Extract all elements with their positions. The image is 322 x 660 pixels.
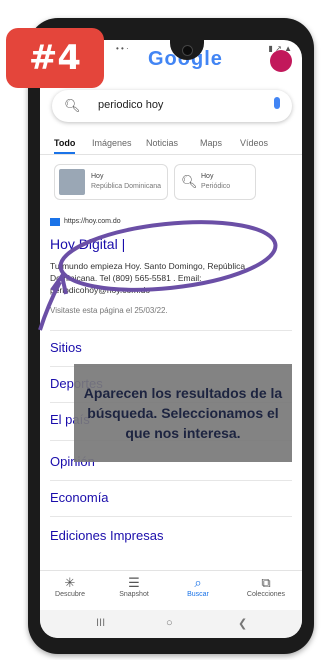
highlight-arrow [38,281,62,331]
annotation-layer [38,220,278,331]
step-badge: #4 [6,28,104,88]
highlight-ellipse [58,220,278,292]
